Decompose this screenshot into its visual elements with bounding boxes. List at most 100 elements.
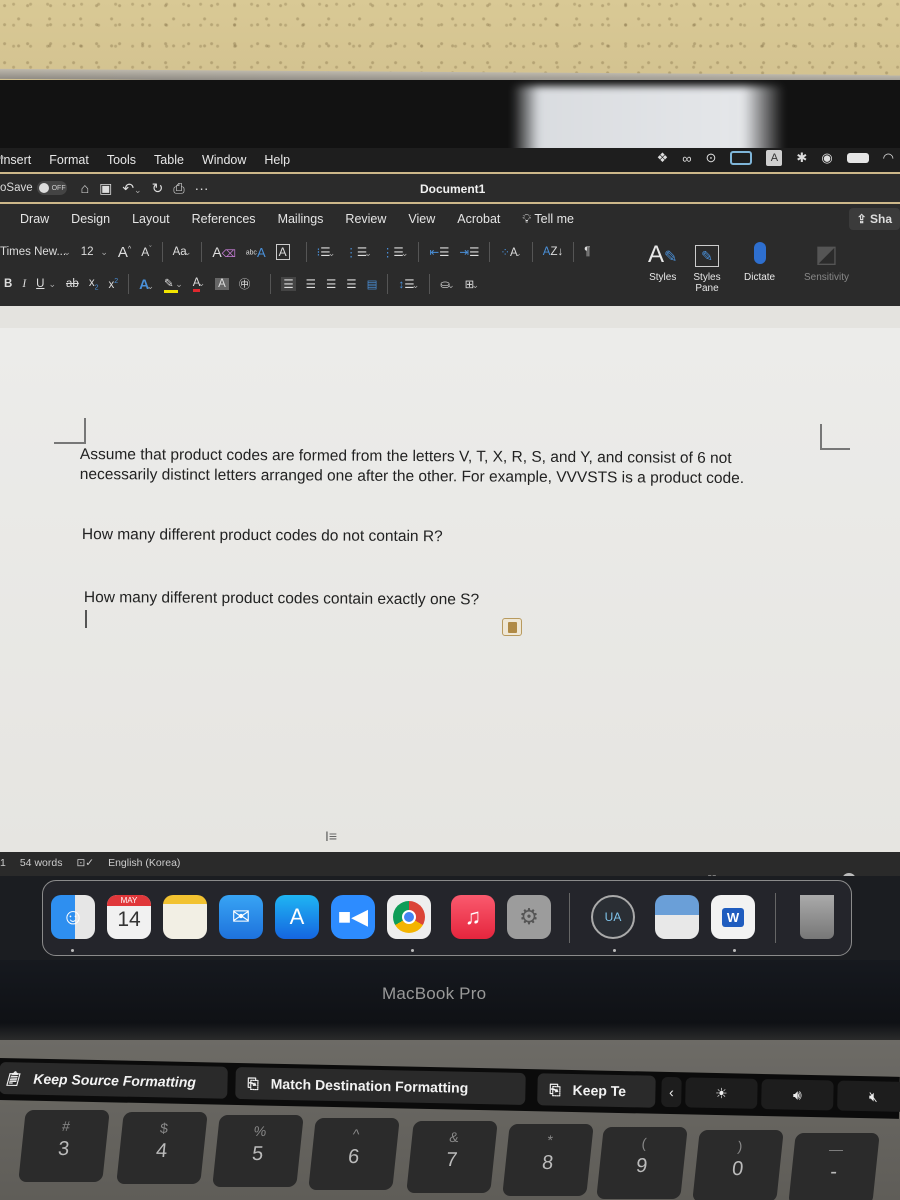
- save-icon[interactable]: ▣: [99, 180, 112, 197]
- superscript-button[interactable]: x2: [108, 278, 118, 291]
- key-4[interactable]: $4: [116, 1112, 208, 1184]
- menu-help[interactable]: Help: [264, 153, 290, 167]
- dock-word[interactable]: W: [711, 895, 755, 939]
- distributed-button[interactable]: ▤: [367, 277, 378, 291]
- asian-layout-icon[interactable]: ⁘A ⌄: [500, 245, 521, 259]
- line-spacing-button[interactable]: ↕☰ ⌄: [398, 277, 419, 291]
- key--[interactable]: — -: [788, 1133, 880, 1200]
- underline-button[interactable]: U: [36, 278, 44, 290]
- dock-music[interactable]: ♫: [451, 895, 495, 939]
- borders-button[interactable]: ⊞ ⌄: [465, 277, 479, 291]
- font-name-select[interactable]: Times New... ⌄: [0, 246, 71, 258]
- undo-icon[interactable]: ↶⌄: [122, 180, 141, 197]
- bluetooth-icon[interactable]: ✱: [796, 150, 807, 166]
- match-destination-formatting-button[interactable]: ⎘ Match Destination Formatting: [235, 1066, 526, 1106]
- styles-button[interactable]: A✎ Styles: [648, 238, 677, 283]
- universal-audio-icon[interactable]: [730, 151, 753, 165]
- proofing-icon[interactable]: ⊡✓: [76, 857, 94, 869]
- tell-me-search[interactable]: 💡︎ Tell me: [522, 212, 574, 227]
- tab-draw[interactable]: Draw: [20, 212, 49, 226]
- numbering-icon[interactable]: ⋮☰ ⌄: [345, 245, 372, 259]
- key-6[interactable]: ^ 6: [308, 1118, 400, 1190]
- dock-notes[interactable]: [163, 895, 207, 939]
- dock-system-preferences[interactable]: ⚙: [507, 895, 551, 939]
- shading-button[interactable]: ⛀ ⌄: [440, 277, 454, 291]
- enclose-characters-icon[interactable]: ㊥: [239, 276, 251, 292]
- subscript-button[interactable]: x2: [89, 277, 99, 291]
- font-size-select[interactable]: 12 ⌄: [81, 246, 108, 258]
- home-icon[interactable]: ⌂: [81, 180, 89, 197]
- word-count[interactable]: 54 words: [20, 857, 63, 869]
- share-button[interactable]: ⇪ Sha: [848, 208, 900, 230]
- language-indicator[interactable]: English (Korea): [108, 857, 180, 869]
- tab-layout[interactable]: Layout: [132, 212, 170, 226]
- keep-text-only-button[interactable]: ⎘ Keep Te: [537, 1073, 656, 1108]
- multilevel-list-icon[interactable]: ⋮☰ ⌄: [382, 245, 409, 259]
- menu-window[interactable]: Window: [202, 153, 246, 167]
- show-formatting-marks-icon[interactable]: ¶: [584, 246, 590, 258]
- decrease-indent-icon[interactable]: ⇤☰: [429, 245, 449, 259]
- brightness-button[interactable]: ☀: [685, 1077, 758, 1109]
- question-1[interactable]: How many different product codes do not …: [82, 525, 443, 547]
- character-shading-icon[interactable]: A: [215, 278, 229, 290]
- dock-calendar[interactable]: MAY 14: [107, 895, 151, 939]
- align-center-button[interactable]: ☰: [306, 277, 316, 291]
- dock-chrome[interactable]: [387, 895, 431, 939]
- tab-design[interactable]: Design: [71, 212, 110, 226]
- wifi-icon[interactable]: ◠: [883, 150, 894, 166]
- font-color-button[interactable]: A ⌄: [192, 277, 205, 292]
- text-effects-icon[interactable]: ᵃᵇᶜA: [246, 245, 266, 260]
- sort-icon[interactable]: AZ↓: [543, 246, 563, 258]
- print-icon[interactable]: ⎙: [173, 180, 184, 197]
- dock-app-store[interactable]: A: [275, 895, 319, 939]
- tab-view[interactable]: View: [408, 212, 435, 226]
- dock-zoom[interactable]: ■◀: [331, 895, 375, 939]
- tab-review[interactable]: Review: [345, 212, 386, 226]
- styles-pane-button[interactable]: ✎ Styles Pane: [690, 238, 724, 294]
- align-left-button[interactable]: ☰: [281, 277, 296, 291]
- key-5[interactable]: % 5: [212, 1115, 304, 1187]
- dock-finder[interactable]: ☺: [51, 895, 95, 939]
- bullets-icon[interactable]: ⁝☰ ⌄: [317, 245, 336, 259]
- play-icon[interactable]: ⊙: [706, 150, 717, 166]
- align-right-button[interactable]: ☰: [326, 277, 336, 291]
- airdrop-icon[interactable]: ◉: [821, 150, 832, 166]
- keep-source-formatting-button[interactable]: 📋︎ Keep Source Formatting: [0, 1061, 228, 1099]
- increase-indent-icon[interactable]: ⇥☰: [459, 245, 479, 259]
- problem-statement[interactable]: Assume that product codes are formed fro…: [80, 445, 800, 489]
- more-icon[interactable]: ···: [195, 180, 209, 197]
- tab-references[interactable]: References: [192, 212, 256, 226]
- paste-options-icon[interactable]: [502, 618, 522, 636]
- document-page[interactable]: Assume that product codes are formed fro…: [0, 328, 900, 852]
- change-case-button[interactable]: Aa ⌄: [173, 246, 192, 258]
- justify-button[interactable]: ☰: [346, 277, 356, 291]
- question-2[interactable]: How many different product codes contain…: [84, 588, 479, 610]
- dropbox-icon[interactable]: ❖: [657, 150, 669, 166]
- key-3[interactable]: #3: [18, 1110, 110, 1182]
- autosave-toggle[interactable]: OFF: [36, 181, 67, 195]
- shrink-font-icon[interactable]: Aˇ: [141, 245, 151, 259]
- highlight-color-button[interactable]: ✎ ⌄: [164, 276, 183, 293]
- mute-button[interactable]: 🔇︎: [837, 1080, 900, 1113]
- key-8[interactable]: * 8: [502, 1124, 594, 1196]
- tab-mailings[interactable]: Mailings: [278, 212, 324, 226]
- volume-button[interactable]: 🔊︎: [761, 1078, 834, 1111]
- battery-icon[interactable]: [846, 153, 869, 163]
- menu-format[interactable]: Format: [49, 153, 89, 167]
- menu-table[interactable]: Table: [154, 153, 184, 167]
- dock-mail[interactable]: ✉: [219, 895, 263, 939]
- key-9[interactable]: (9: [596, 1127, 688, 1199]
- grow-font-icon[interactable]: A^: [118, 244, 131, 261]
- menu-insert[interactable]: Insert: [0, 153, 31, 167]
- redo-icon[interactable]: ↻: [152, 180, 164, 197]
- creative-cloud-icon[interactable]: ∞: [682, 151, 691, 166]
- page-indicator[interactable]: 1: [0, 857, 6, 869]
- key-7[interactable]: & 7: [406, 1121, 498, 1193]
- italic-button[interactable]: I: [22, 278, 26, 290]
- dock-preview[interactable]: [655, 895, 699, 939]
- key-0[interactable]: ) 0: [692, 1130, 784, 1200]
- dock-trash[interactable]: [795, 895, 839, 939]
- strikethrough-button[interactable]: ab: [66, 278, 79, 290]
- tab-acrobat[interactable]: Acrobat: [457, 212, 500, 226]
- input-source-icon[interactable]: A: [766, 150, 783, 166]
